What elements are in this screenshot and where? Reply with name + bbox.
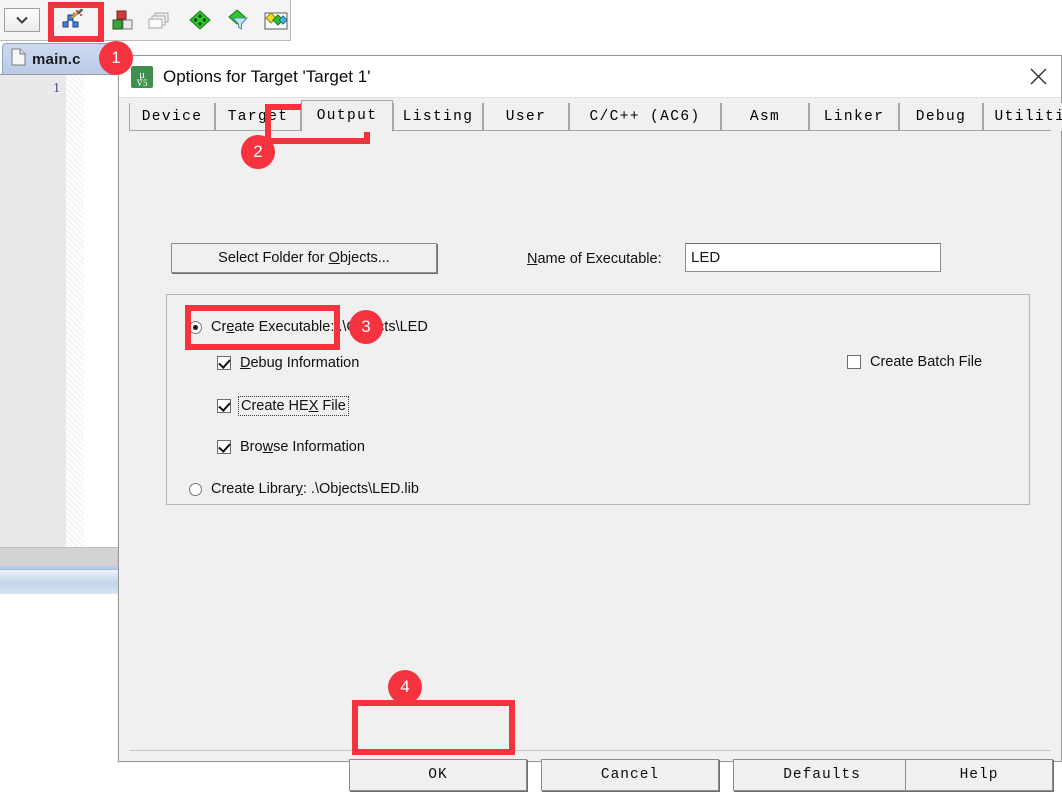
- create-batch-file-label: Create Batch File: [870, 354, 983, 370]
- help-button-label: Help: [959, 767, 999, 783]
- checkbox-indicator-checked: [217, 356, 231, 370]
- multi-project-icon[interactable]: [146, 7, 174, 33]
- editor-text-area[interactable]: 1: [0, 74, 118, 548]
- dialog-tab-label: Listing: [402, 109, 474, 125]
- batch-setup-icon[interactable]: [224, 7, 252, 33]
- checkbox-indicator-checked: [217, 440, 231, 454]
- dialog-tab-asm[interactable]: Asm: [721, 103, 809, 131]
- editor-gutter: [0, 75, 66, 548]
- dialog-tab-user[interactable]: User: [483, 103, 569, 131]
- dialog-tab-label: Linker: [823, 109, 885, 125]
- create-hex-file-checkbox[interactable]: Create HEX File: [217, 396, 349, 416]
- create-batch-file-checkbox[interactable]: Create Batch File: [847, 354, 982, 370]
- defaults-button[interactable]: Defaults: [733, 759, 911, 791]
- radio-indicator-off: [189, 482, 202, 496]
- lower-pane-body: [0, 594, 118, 762]
- create-executable-label: Create Executable: .\Objects\LED: [211, 319, 428, 335]
- cancel-button-label: Cancel: [600, 767, 660, 783]
- dialog-tab-label: C/C++ (AC6): [589, 109, 701, 125]
- dialog-tab-output[interactable]: Output: [301, 100, 393, 132]
- create-library-radio[interactable]: Create Library: .\Objects\LED.lib: [189, 481, 419, 497]
- radio-indicator-on: [189, 320, 202, 334]
- options-for-target-dialog: µ V5 Options for Target 'Target 1' Devic…: [118, 55, 1062, 791]
- editor-tabstrip: main.c: [0, 41, 120, 75]
- editor-tab-label: main.c: [32, 50, 81, 68]
- dialog-tabstrip: Device Target Output Listing User C/C++ (AC6)…: [129, 100, 1062, 132]
- editor-horizontal-scrollbar[interactable]: [0, 547, 118, 567]
- dialog-tab-c-c-ac6[interactable]: C/C++ (AC6): [569, 103, 721, 131]
- dialog-tab-linker[interactable]: Linker: [809, 103, 899, 131]
- dialog-tab-device[interactable]: Device: [129, 103, 215, 131]
- ok-button[interactable]: OK: [349, 759, 527, 791]
- help-button[interactable]: Help: [905, 759, 1053, 791]
- dialog-tab-debug[interactable]: Debug: [899, 103, 983, 131]
- dialog-titlebar: µ V5 Options for Target 'Target 1': [119, 56, 1061, 98]
- dialog-tab-label: Output: [316, 108, 378, 124]
- dialog-tab-utilities[interactable]: Utilities: [983, 103, 1062, 131]
- target-selector-combo[interactable]: [4, 8, 40, 32]
- output-tab-page: Select Folder for Objects... Name of Exe…: [129, 130, 1051, 738]
- dialog-tab-label: Target: [227, 109, 289, 125]
- manage-project-items-icon[interactable]: [108, 7, 136, 33]
- create-hex-file-label: Create HEX File: [238, 396, 349, 416]
- select-folder-label: Select Folder for Objects...: [218, 250, 390, 266]
- browse-information-label: Browse Information: [240, 439, 365, 455]
- ok-button-label: OK: [428, 767, 448, 783]
- options-for-target-icon[interactable]: [58, 7, 86, 33]
- name-of-executable-value: LED: [691, 249, 721, 266]
- dialog-title: Options for Target 'Target 1': [163, 66, 371, 86]
- checkbox-indicator-checked: [217, 399, 231, 413]
- cancel-button[interactable]: Cancel: [541, 759, 719, 791]
- svg-text:V5: V5: [137, 78, 148, 88]
- checkbox-indicator-unchecked: [847, 355, 861, 369]
- manage-run-time-environment-icon[interactable]: [262, 7, 290, 33]
- dialog-button-bar: OK Cancel Defaults Help: [129, 750, 1053, 809]
- debug-information-label: Debug Information: [240, 355, 360, 371]
- dialog-tab-label: Device: [141, 109, 203, 125]
- debug-information-checkbox[interactable]: Debug Information: [217, 355, 359, 371]
- dialog-tab-label: Utilities: [994, 109, 1062, 125]
- lower-pane-header[interactable]: [0, 569, 118, 595]
- name-of-executable-label: Name of Executable:: [527, 251, 662, 267]
- batch-build-icon[interactable]: [186, 7, 214, 33]
- ide-toolbar: [0, 0, 291, 41]
- create-executable-radio[interactable]: Create Executable: .\Objects\LED: [189, 319, 428, 335]
- dialog-tab-label: Debug: [915, 109, 967, 125]
- browse-information-checkbox[interactable]: Browse Information: [217, 439, 365, 455]
- close-icon[interactable]: [1015, 56, 1061, 96]
- keil-uvision-icon: µ V5: [131, 65, 153, 88]
- dialog-tab-label: User: [505, 109, 547, 125]
- name-of-executable-input[interactable]: LED: [685, 243, 941, 272]
- dialog-tab-target[interactable]: Target: [215, 103, 301, 131]
- create-library-label: Create Library: .\Objects\LED.lib: [211, 481, 419, 497]
- editor-line-number: 1: [53, 81, 60, 96]
- editor-fold-margin: [66, 75, 84, 548]
- document-icon: [11, 48, 26, 71]
- dialog-tab-label: Asm: [749, 109, 781, 125]
- editor-tab-main-c[interactable]: main.c: [2, 43, 120, 74]
- select-folder-for-objects-button[interactable]: Select Folder for Objects...: [171, 243, 437, 273]
- dialog-tab-listing[interactable]: Listing: [393, 103, 483, 131]
- defaults-button-label: Defaults: [783, 767, 861, 783]
- chevron-down-icon: [15, 15, 29, 25]
